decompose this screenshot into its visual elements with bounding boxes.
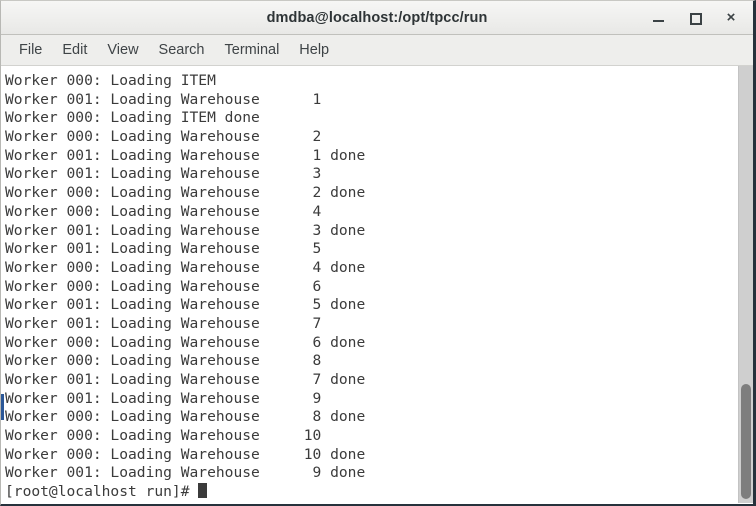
terminal-line: Worker 000: Loading Warehouse 8 done — [5, 408, 366, 426]
terminal-window: dmdba@localhost:/opt/tpcc/run × File Edi… — [0, 0, 756, 506]
menu-item-terminal[interactable]: Terminal — [215, 39, 290, 61]
terminal-line: Worker 001: Loading Warehouse 7 done — [5, 371, 366, 388]
terminal-output[interactable]: Worker 000: Loading ITEM Worker 001: Load… — [1, 66, 738, 503]
terminal-line: Worker 000: Loading Warehouse 10 — [5, 427, 322, 445]
terminal-line: Worker 001: Loading Warehouse 7 — [5, 314, 322, 332]
menu-item-file[interactable]: File — [9, 39, 52, 61]
terminal-line: Worker 000: Loading ITEM done — [5, 109, 260, 127]
terminal-line: Worker 000: Loading Warehouse 8 — [5, 352, 322, 370]
terminal-line: Worker 001: Loading Warehouse 3 — [5, 165, 322, 183]
menu-item-edit[interactable]: Edit — [52, 39, 97, 61]
terminal-line: Worker 000: Loading Warehouse 2 done — [5, 184, 366, 202]
window-controls: × — [651, 1, 747, 34]
minimize-icon[interactable] — [651, 10, 667, 26]
menu-bar: File Edit View Search Terminal Help — [1, 35, 753, 66]
window-title: dmdba@localhost:/opt/tpcc/run — [266, 9, 488, 26]
terminal-prompt-line[interactable]: [root@localhost run]# — [5, 483, 738, 502]
terminal-line: Worker 000: Loading Warehouse 10 done — [5, 445, 366, 463]
terminal-line: Worker 001: Loading Warehouse 5 done — [5, 296, 366, 314]
scrollbar-thumb[interactable] — [741, 384, 751, 499]
terminal-line: Worker 000: Loading Warehouse 2 — [5, 128, 322, 146]
menu-item-help[interactable]: Help — [289, 39, 339, 61]
terminal-line: Worker 001: Loading Warehouse 9 — [5, 389, 322, 407]
terminal-line: Worker 000: Loading Warehouse 6 done — [5, 333, 366, 351]
terminal-line: Worker 000: Loading Warehouse 4 done — [5, 258, 366, 276]
terminal-line: Worker 001: Loading Warehouse 5 — [5, 240, 322, 258]
terminal-line: Worker 001: Loading Warehouse 9 done — [5, 464, 366, 482]
terminal-line: Worker 000: Loading Warehouse 6 — [5, 277, 322, 295]
terminal-line: Worker 001: Loading Warehouse 1 — [5, 90, 322, 108]
terminal-scrollbar[interactable] — [738, 66, 753, 503]
terminal-line: Worker 001: Loading Warehouse 1 done — [5, 146, 366, 164]
shell-prompt: [root@localhost run]# — [5, 483, 199, 501]
terminal-body: Worker 000: Loading ITEM Worker 001: Load… — [1, 66, 753, 503]
close-icon[interactable]: × — [723, 9, 739, 26]
text-cursor — [198, 483, 208, 499]
menu-item-view[interactable]: View — [97, 39, 148, 61]
selection-accent-bar — [1, 394, 4, 420]
title-bar[interactable]: dmdba@localhost:/opt/tpcc/run × — [1, 1, 753, 35]
terminal-line: Worker 001: Loading Warehouse 3 done — [5, 221, 366, 239]
terminal-line: Worker 000: Loading Warehouse 4 — [5, 202, 322, 220]
maximize-icon[interactable] — [687, 10, 703, 26]
terminal-line: Worker 000: Loading ITEM — [5, 72, 216, 89]
menu-item-search[interactable]: Search — [149, 39, 215, 61]
